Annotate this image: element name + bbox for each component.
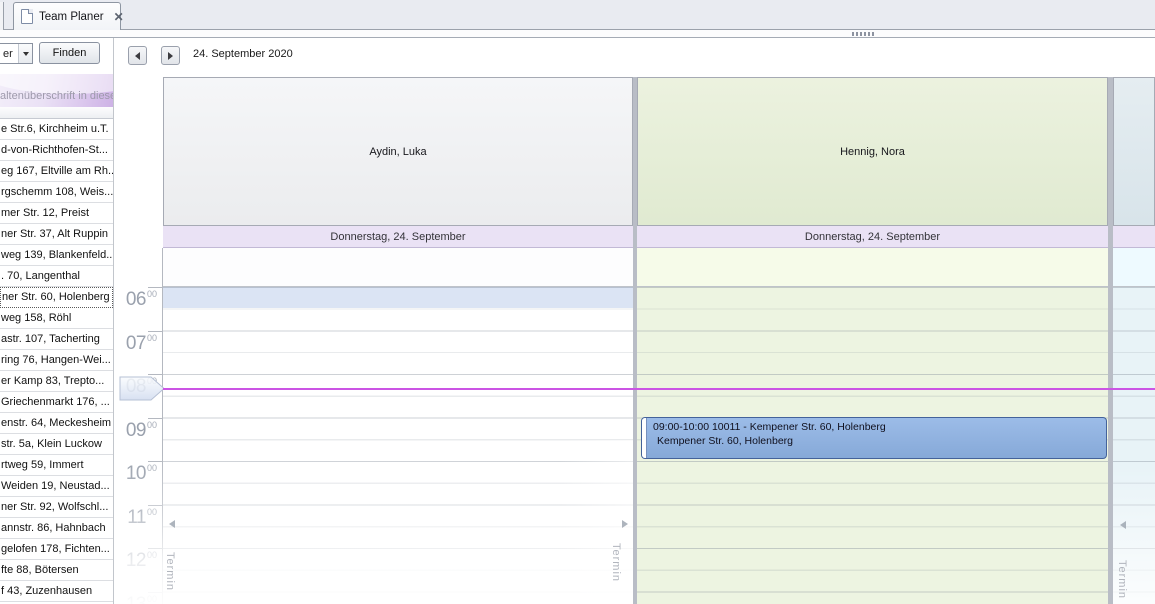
termin-watermark: Termin (610, 543, 622, 582)
splitter-grip-icon[interactable] (852, 32, 876, 36)
list-item[interactable]: rgschemm 108, Weis... (0, 182, 113, 203)
time-label: 1200 (114, 550, 157, 572)
close-icon[interactable]: ✕ (114, 10, 124, 24)
left-arrow-icon (135, 52, 140, 60)
list-item[interactable]: annstr. 86, Hahnbach (0, 518, 113, 539)
nav-arrow-icon[interactable] (169, 520, 175, 528)
list-item[interactable]: ner Str. 60, Holenberg (0, 287, 113, 308)
tab-label: Team Planer (39, 11, 104, 23)
right-arrow-icon (168, 52, 173, 60)
time-ruler-line (162, 248, 163, 604)
gridlines (163, 287, 633, 604)
address-column-header[interactable] (0, 107, 113, 119)
appointment-title: 09:00-10:00 10011 - Kempener Str. 60, Ho… (653, 421, 1106, 435)
appointment-status-bar (642, 418, 647, 458)
allday-area[interactable] (1113, 248, 1155, 287)
nav-arrow-icon[interactable] (1120, 521, 1126, 529)
day-header[interactable]: Donnerstag, 24. September (163, 226, 633, 248)
current-time-marker-icon (119, 374, 166, 403)
hour-tick (148, 548, 162, 549)
allday-area[interactable] (163, 248, 633, 287)
appointment-kempener[interactable]: 09:00-10:00 10011 - Kempener Str. 60, Ho… (641, 417, 1107, 459)
resource-header-partial[interactable] (1113, 77, 1155, 226)
list-item[interactable]: astr. 107, Tacherting (0, 329, 113, 350)
time-grid-partial[interactable] (1113, 287, 1155, 604)
next-day-button[interactable] (161, 46, 180, 65)
hour-tick (148, 418, 162, 419)
list-item[interactable]: weg 158, Röhl (0, 308, 113, 329)
time-label: 0900 (114, 420, 157, 442)
list-item[interactable]: ring 76, Hangen-Wei... (0, 350, 113, 371)
filter-dropdown[interactable]: er (0, 43, 33, 64)
tab-bar: Team Planer ✕ (0, 0, 1155, 30)
group-by-hint: altenüberschrift in diese (0, 90, 113, 102)
list-item[interactable]: d-von-Richthofen-St... (0, 140, 113, 161)
day-header[interactable] (1113, 226, 1155, 248)
list-item[interactable]: f 43, Zuzenhausen (0, 581, 113, 602)
time-label: 0700 (114, 333, 157, 355)
list-item[interactable]: ner Str. 37, Alt Ruppin (0, 224, 113, 245)
appointment-location: Kempener Str. 60, Holenberg (653, 435, 1106, 449)
hour-tick (148, 461, 162, 462)
hour-tick (148, 592, 162, 593)
resource-header-hennig[interactable]: Hennig, Nora (637, 77, 1108, 226)
day-header[interactable]: Donnerstag, 24. September (637, 226, 1108, 248)
list-item[interactable]: fte 88, Bötersen (0, 560, 113, 581)
list-item[interactable]: e Str.6, Kirchheim u.T. (0, 119, 113, 140)
chevron-down-icon (23, 52, 29, 56)
list-item[interactable]: eg 167, Eltville am Rh... (0, 161, 113, 182)
hour-tick (148, 505, 162, 506)
list-item[interactable]: enstr. 64, Meckesheim (0, 413, 113, 434)
termin-watermark: Termin (1116, 560, 1128, 599)
resource-separator (1108, 77, 1113, 604)
nav-arrow-icon[interactable] (622, 520, 628, 528)
list-item[interactable]: str. 5a, Klein Luckow (0, 434, 113, 455)
document-icon (21, 9, 33, 24)
hour-tick (148, 331, 162, 332)
list-item[interactable]: Griechenmarkt 176, ... (0, 392, 113, 413)
list-item[interactable]: rtweg 59, Immert (0, 455, 113, 476)
time-grid-aydin[interactable] (163, 287, 633, 604)
resource-header-aydin[interactable]: Aydin, Luka (163, 77, 633, 226)
list-item[interactable]: Weiden 19, Neustad... (0, 476, 113, 497)
list-item[interactable]: weg 139, Blankenfeld... (0, 245, 113, 266)
time-label: 0600 (114, 289, 157, 311)
prev-day-button[interactable] (128, 46, 147, 65)
list-item[interactable]: mer Str. 12, Preist (0, 203, 113, 224)
dropdown-button[interactable] (18, 44, 32, 63)
address-list: e Str.6, Kirchheim u.T.d-von-Richthofen-… (0, 119, 113, 604)
list-item[interactable]: ner Str. 92, Wolfschl... (0, 497, 113, 518)
list-item[interactable]: gelofen 178, Fichten... (0, 539, 113, 560)
allday-area[interactable] (637, 248, 1108, 287)
list-item[interactable]: . 70, Langenthal (0, 266, 113, 287)
current-date-label: 24. September 2020 (193, 48, 293, 60)
hour-tick (148, 287, 162, 288)
current-time-line (163, 388, 1155, 390)
termin-watermark: Termin (164, 552, 176, 591)
find-button[interactable]: Finden (39, 42, 100, 64)
group-by-panel[interactable]: altenüberschrift in diese (0, 74, 113, 107)
time-label: 1300 (114, 594, 157, 604)
tab-team-planer[interactable]: Team Planer ✕ (13, 2, 121, 30)
list-item[interactable]: er Kamp 83, Trepto... (0, 371, 113, 392)
gridlines (1113, 287, 1155, 604)
filter-dropdown-value: er (0, 48, 18, 60)
resource-separator (633, 77, 637, 604)
team-planner-window: Team Planer ✕ er Finden altenüberschrift… (0, 0, 1155, 604)
time-label: 1000 (114, 463, 157, 485)
partial-tab[interactable] (0, 2, 4, 30)
horizontal-splitter[interactable] (0, 30, 1155, 38)
time-label: 1100 (114, 507, 157, 529)
